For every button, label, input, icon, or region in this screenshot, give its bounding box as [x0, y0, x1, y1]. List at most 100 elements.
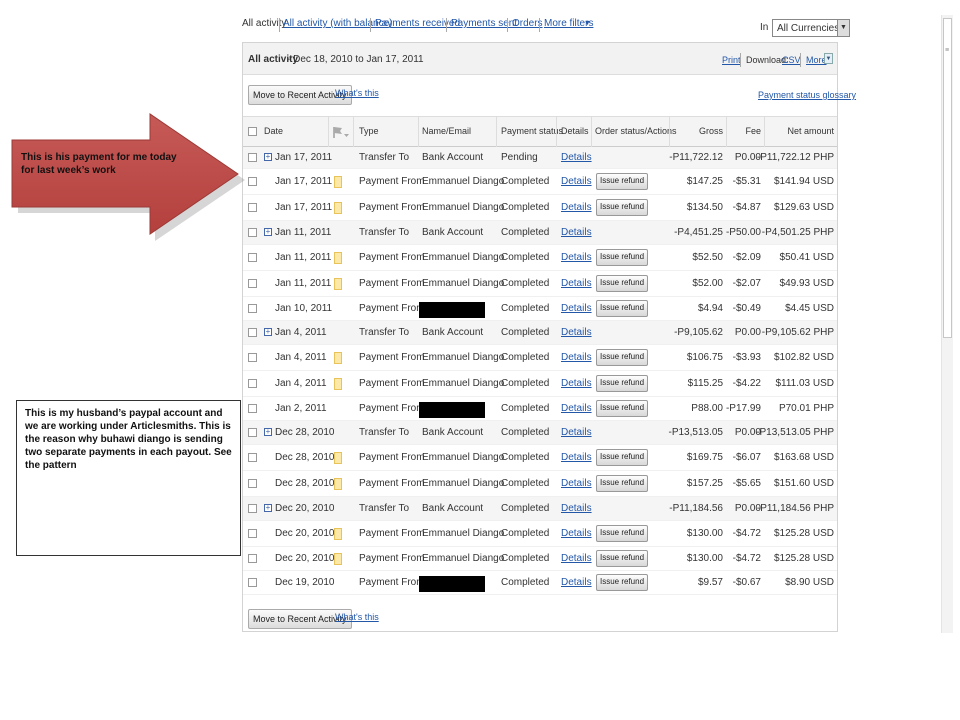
row-checkbox[interactable]	[248, 353, 257, 362]
row-details-link[interactable]: Details	[561, 427, 592, 438]
expand-icon[interactable]: +	[264, 228, 272, 236]
table-row[interactable]: Jan 4, 2011 Payment From Emmanuel Diango Co…	[243, 345, 837, 371]
issue-refund-button[interactable]: Issue refund	[596, 300, 649, 317]
row-details-link[interactable]: Details	[561, 278, 592, 289]
row-checkbox[interactable]	[248, 578, 257, 587]
scrollbar-thumb[interactable]: ≡	[943, 18, 952, 338]
flag-icon[interactable]	[332, 126, 350, 139]
expand-icon[interactable]: +	[264, 504, 272, 512]
row-details-link[interactable]: Details	[561, 352, 592, 363]
note-icon[interactable]	[334, 202, 342, 214]
note-icon[interactable]	[334, 352, 342, 364]
tab-orders[interactable]: Orders	[512, 18, 543, 29]
issue-refund-button[interactable]: Issue refund	[596, 574, 649, 591]
row-details-link[interactable]: Details	[561, 378, 592, 389]
col-net-amount[interactable]: Net amount	[767, 126, 834, 136]
row-details-link[interactable]: Details	[561, 176, 592, 187]
table-row[interactable]: Jan 11, 2011 Payment From Emmanuel Diango C…	[243, 271, 837, 297]
row-details-link[interactable]: Details	[561, 327, 592, 338]
row-checkbox[interactable]	[248, 304, 257, 313]
col-order-status[interactable]: Order status/Actions	[595, 126, 677, 136]
col-details[interactable]: Details	[561, 126, 589, 136]
row-checkbox[interactable]	[248, 479, 257, 488]
col-fee[interactable]: Fee	[729, 126, 761, 136]
note-icon[interactable]	[334, 452, 342, 464]
row-checkbox[interactable]	[248, 529, 257, 538]
note-icon[interactable]	[334, 176, 342, 188]
expand-icon[interactable]: +	[264, 328, 272, 336]
issue-refund-button[interactable]: Issue refund	[596, 173, 649, 190]
table-row[interactable]: Jan 2, 2011 Payment From Completed Details I…	[243, 397, 837, 421]
table-row[interactable]: Dec 19, 2010 Payment From Completed Details…	[243, 571, 837, 595]
whats-this-link[interactable]: What's this	[335, 88, 379, 98]
issue-refund-button[interactable]: Issue refund	[596, 249, 649, 266]
row-details-link[interactable]: Details	[561, 152, 592, 163]
row-checkbox[interactable]	[248, 554, 257, 563]
col-name-email[interactable]: Name/Email	[422, 126, 471, 136]
row-details-link[interactable]: Details	[561, 403, 592, 414]
more-dropdown-icon[interactable]: ▼	[824, 53, 833, 64]
row-checkbox[interactable]	[248, 328, 257, 337]
row-details-link[interactable]: Details	[561, 528, 592, 539]
issue-refund-button[interactable]: Issue refund	[596, 525, 649, 542]
table-row[interactable]: + Jan 4, 2011 Transfer To Bank Account Compl…	[243, 321, 837, 345]
note-icon[interactable]	[334, 378, 342, 390]
row-checkbox[interactable]	[248, 504, 257, 513]
chevron-down-icon[interactable]: ▼	[837, 20, 849, 36]
table-row[interactable]: Dec 28, 2010 Payment From Emmanuel Diango C…	[243, 471, 837, 497]
table-row[interactable]: Jan 4, 2011 Payment From Emmanuel Diango Co…	[243, 371, 837, 397]
row-checkbox[interactable]	[248, 404, 257, 413]
row-details-link[interactable]: Details	[561, 478, 592, 489]
table-row[interactable]: Jan 17, 2011 Payment From Emmanuel Diango C…	[243, 169, 837, 195]
note-icon[interactable]	[334, 528, 342, 540]
table-row[interactable]: + Dec 28, 2010 Transfer To Bank Account Comp…	[243, 421, 837, 445]
row-details-link[interactable]: Details	[561, 503, 592, 514]
row-details-link[interactable]: Details	[561, 252, 592, 263]
table-row[interactable]: Dec 20, 2010 Payment From Emmanuel Diango C…	[243, 547, 837, 571]
row-details-link[interactable]: Details	[561, 202, 592, 213]
expand-icon[interactable]: +	[264, 428, 272, 436]
row-checkbox[interactable]	[248, 453, 257, 462]
row-checkbox[interactable]	[248, 379, 257, 388]
expand-icon[interactable]: +	[264, 153, 272, 161]
issue-refund-button[interactable]: Issue refund	[596, 400, 649, 417]
issue-refund-button[interactable]: Issue refund	[596, 475, 649, 492]
issue-refund-button[interactable]: Issue refund	[596, 449, 649, 466]
row-checkbox[interactable]	[248, 279, 257, 288]
table-row[interactable]: Jan 11, 2011 Payment From Emmanuel Diango C…	[243, 245, 837, 271]
currency-select[interactable]: All Currencies ▼	[772, 19, 850, 37]
col-date[interactable]: Date	[264, 126, 283, 136]
col-type[interactable]: Type	[359, 126, 379, 136]
note-icon[interactable]	[334, 478, 342, 490]
note-icon[interactable]	[334, 278, 342, 290]
print-link[interactable]: Print	[722, 55, 741, 65]
vertical-scrollbar[interactable]: ≡	[941, 15, 953, 633]
whats-this-link-bottom[interactable]: What's this	[335, 612, 379, 622]
payment-status-glossary-link[interactable]: Payment status glossary	[758, 90, 856, 100]
more-filters-arrow-icon[interactable]: ▼	[584, 20, 591, 27]
table-row[interactable]: Dec 28, 2010 Payment From Emmanuel Diango C…	[243, 445, 837, 471]
note-icon[interactable]	[334, 553, 342, 565]
issue-refund-button[interactable]: Issue refund	[596, 375, 649, 392]
csv-download-link[interactable]: CSV	[782, 55, 801, 65]
row-checkbox[interactable]	[248, 428, 257, 437]
col-gross[interactable]: Gross	[673, 126, 723, 136]
table-row[interactable]: Dec 20, 2010 Payment From Emmanuel Diango C…	[243, 521, 837, 547]
row-details-link[interactable]: Details	[561, 303, 592, 314]
row-details-link[interactable]: Details	[561, 577, 592, 588]
row-details-link[interactable]: Details	[561, 452, 592, 463]
table-row[interactable]: Jan 10, 2011 Payment From Completed Details…	[243, 297, 837, 321]
note-icon[interactable]	[334, 252, 342, 264]
row-details-link[interactable]: Details	[561, 553, 592, 564]
table-row[interactable]: + Jan 17, 2011 Transfer To Bank Account Pend…	[243, 147, 837, 169]
issue-refund-button[interactable]: Issue refund	[596, 199, 649, 216]
row-details-link[interactable]: Details	[561, 227, 592, 238]
table-row[interactable]: Jan 17, 2011 Payment From Emmanuel Diango C…	[243, 195, 837, 221]
col-payment-status[interactable]: Payment status	[501, 126, 563, 136]
table-row[interactable]: + Jan 11, 2011 Transfer To Bank Account Comp…	[243, 221, 837, 245]
issue-refund-button[interactable]: Issue refund	[596, 349, 649, 366]
tab-payments-received[interactable]: Payments received	[375, 18, 460, 29]
table-row[interactable]: + Dec 20, 2010 Transfer To Bank Account Comp…	[243, 497, 837, 521]
issue-refund-button[interactable]: Issue refund	[596, 550, 649, 567]
issue-refund-button[interactable]: Issue refund	[596, 275, 649, 292]
